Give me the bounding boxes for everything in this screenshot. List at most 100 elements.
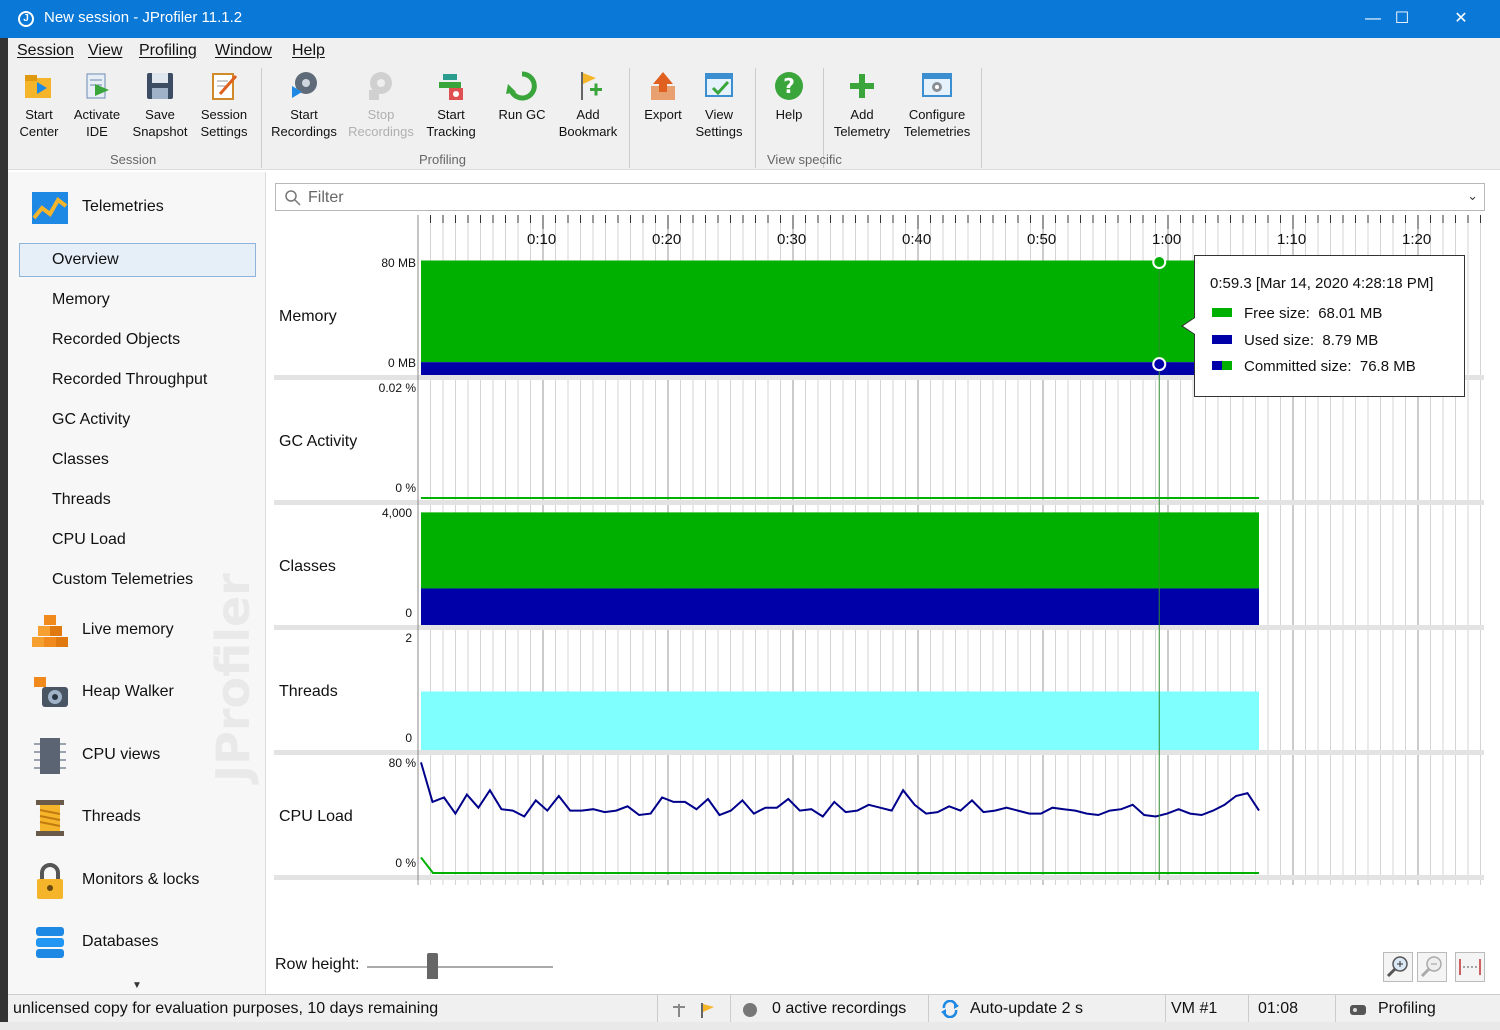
gc-y-min-label: 0 % [395, 481, 416, 495]
row-separator [274, 750, 1484, 755]
sidebar-section-telemetries[interactable]: Telemetries [8, 180, 265, 236]
view-settings-icon [705, 73, 733, 97]
time-tick-label: 1:00 [1152, 231, 1182, 248]
memory-used-area [421, 362, 1259, 375]
menu-help[interactable]: Help [292, 42, 325, 60]
heap-walker-icon [34, 677, 68, 707]
toolbar-group-view-specific-label: View specific [767, 152, 842, 167]
time-tick-label: 0:10 [527, 231, 557, 248]
menu-window[interactable]: Window [215, 42, 272, 60]
menu-profiling[interactable]: Profiling [139, 42, 197, 60]
menu-bar: Session View Profiling Window Help [8, 38, 1500, 64]
row-height-label: Row height: [275, 956, 360, 973]
toolbar: Start Center Activate IDE Save Snapshot … [8, 64, 1500, 170]
license-status: unlicensed copy for evaluation purposes,… [13, 1000, 439, 1017]
time-tick-label: 1:10 [1277, 231, 1307, 248]
fit-width-icon [1459, 959, 1481, 975]
row-height-slider-track[interactable] [367, 966, 553, 968]
memory-y-min-label: 0 MB [387, 356, 416, 370]
sidebar-item-memory[interactable]: Memory [19, 283, 256, 317]
close-button[interactable]: ✕ [1432, 0, 1490, 38]
search-icon [285, 190, 301, 206]
classes-y-max-label: 4,000 [381, 506, 412, 520]
time-tick-label: 1:20 [1402, 231, 1432, 248]
recording-icon [743, 1003, 757, 1017]
time-tick-label: 0:40 [902, 231, 932, 248]
status-bar: unlicensed copy for evaluation purposes,… [8, 994, 1500, 1023]
auto-update-status[interactable]: Auto-update 2 s [970, 1000, 1083, 1018]
sidebar-item-recorded-objects[interactable]: Recorded Objects [19, 323, 256, 357]
profiling-mode-status: Profiling [1378, 1000, 1436, 1017]
sidebar-section-threads[interactable]: Threads [8, 790, 265, 846]
sidebar-item-threads[interactable]: Threads [19, 483, 256, 517]
classes-y-min-label: 0 [405, 606, 412, 620]
sidebar-item-gc-activity[interactable]: GC Activity [19, 403, 256, 437]
session-settings-button[interactable]: Session Settings [189, 70, 259, 140]
vm-status: VM #1 [1171, 1000, 1218, 1017]
save-snapshot-icon [147, 73, 173, 99]
cpu-load-line [420, 762, 1260, 818]
tooltip-row-used: Used size: 8.79 MB [1212, 332, 1378, 349]
zoom-in-button[interactable] [1383, 952, 1413, 982]
configure-telemetries-button[interactable]: Configure Telemetries [898, 70, 976, 140]
sidebar-item-classes[interactable]: Classes [19, 443, 256, 477]
fit-width-button[interactable] [1455, 952, 1485, 982]
row-height-slider-thumb[interactable] [427, 953, 439, 979]
menu-view[interactable]: View [88, 42, 122, 60]
help-button[interactable]: ? Help [754, 70, 824, 123]
activate-ide-icon [86, 73, 109, 99]
lock-icon [37, 863, 63, 899]
zoom-out-button[interactable] [1417, 952, 1447, 982]
status-separator [657, 995, 658, 1023]
run-gc-button[interactable]: Run GC [487, 70, 557, 123]
add-bookmark-icon [581, 72, 602, 100]
status-separator [1248, 995, 1249, 1023]
save-snapshot-button[interactable]: Save Snapshot [125, 70, 195, 140]
status-separator [730, 995, 731, 1023]
menu-session[interactable]: Session [17, 42, 74, 60]
cpu-views-icon [34, 738, 66, 774]
gc-y-max-label: 0.02 % [378, 381, 416, 395]
bookmark-flag-icon[interactable] [698, 1001, 716, 1019]
status-separator [1335, 995, 1336, 1023]
row-label-memory: Memory [279, 308, 337, 325]
help-icon: ? [775, 72, 803, 100]
sidebar-item-cpu-load[interactable]: CPU Load [19, 523, 256, 557]
classes-filtered-area [421, 588, 1259, 625]
memory-used-marker [1152, 357, 1167, 372]
view-settings-button[interactable]: View Settings [684, 70, 754, 140]
memory-free-marker [1152, 255, 1167, 269]
auto-update-icon[interactable] [940, 1000, 960, 1018]
threads-icon [36, 800, 64, 836]
elapsed-time-status: 01:08 [1258, 1000, 1299, 1017]
export-icon [651, 72, 675, 100]
stop-recordings-button[interactable]: Stop Recordings [346, 70, 416, 140]
zoom-in-icon [1386, 956, 1408, 978]
scroll-down-icon[interactable]: ▼ [132, 980, 142, 991]
start-recordings-icon [292, 72, 317, 98]
chevron-down-icon[interactable]: ⌄ [1467, 188, 1478, 204]
threads-area [421, 691, 1259, 750]
time-tick-label: 0:50 [1027, 231, 1057, 248]
sidebar-item-overview[interactable]: Overview [19, 243, 256, 277]
toolbar-group-session-label: Session [110, 152, 157, 167]
filter-input[interactable]: Filter ⌄ [275, 183, 1485, 211]
sidebar-section-monitors-locks[interactable]: Monitors & locks [8, 853, 265, 909]
svg-text:?: ? [783, 74, 795, 98]
start-recordings-button[interactable]: Start Recordings [269, 70, 339, 140]
cpu-y-min-label: 0 % [395, 856, 416, 870]
toolbar-separator [261, 68, 262, 168]
sidebar-item-recorded-throughput[interactable]: Recorded Throughput [19, 363, 256, 397]
sidebar-section-databases[interactable]: Databases [8, 915, 265, 971]
telemetries-icon [32, 192, 68, 224]
pin-icon[interactable] [670, 1001, 688, 1019]
jprofiler-watermark: JProfiler [206, 573, 260, 782]
add-telemetry-button[interactable]: Add Telemetry [827, 70, 897, 140]
row-separator [274, 500, 1484, 505]
maximize-button[interactable]: ☐ [1373, 0, 1431, 38]
start-tracking-button[interactable]: Start Tracking [416, 70, 486, 140]
time-tick-label: 0:30 [777, 231, 807, 248]
tooltip-row-committed: Committed size: 76.8 MB [1212, 358, 1416, 375]
add-bookmark-button[interactable]: Add Bookmark [553, 70, 623, 140]
activate-ide-button[interactable]: Activate IDE [62, 70, 132, 140]
